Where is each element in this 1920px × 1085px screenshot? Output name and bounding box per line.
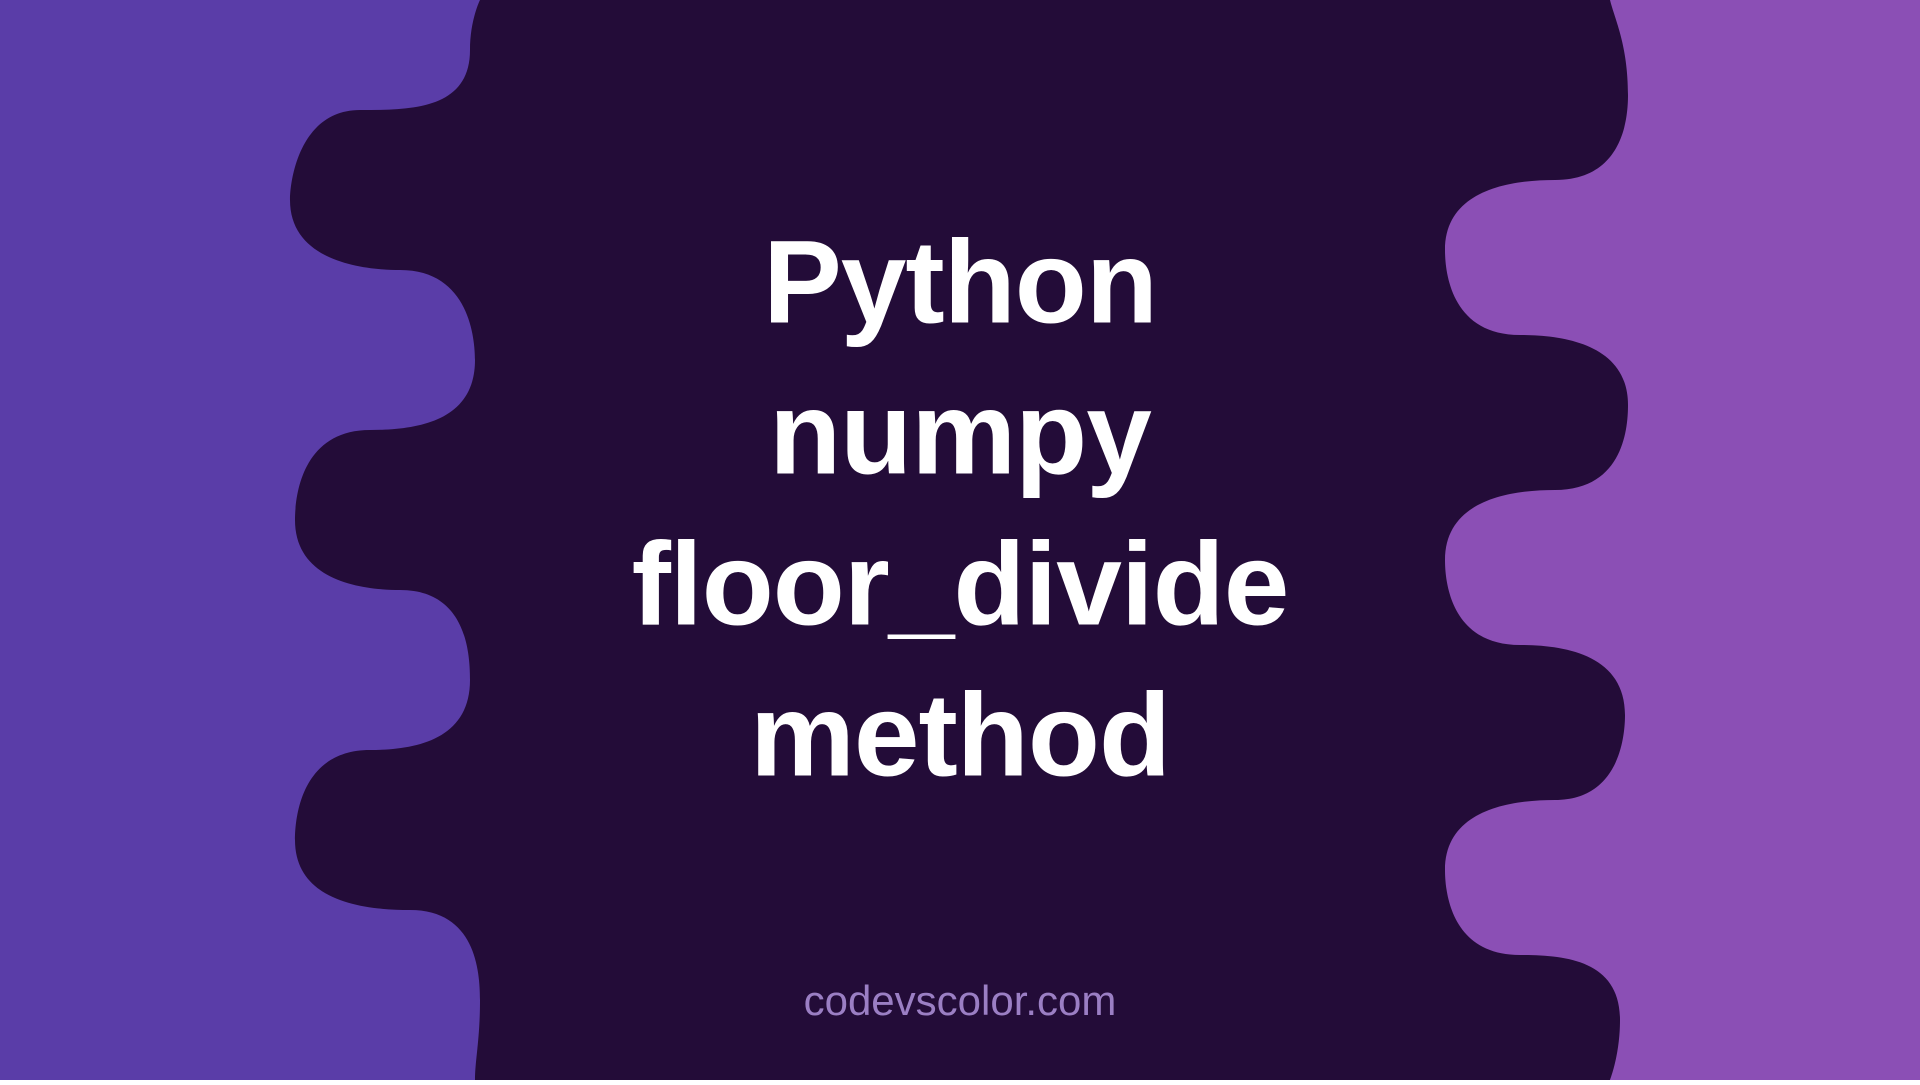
hero-content: Python numpy floor_divide method <box>0 208 1920 812</box>
title-line-4: method <box>0 661 1920 812</box>
hero-banner: Python numpy floor_divide method codevsc… <box>0 0 1920 1080</box>
title-line-2: numpy <box>0 359 1920 510</box>
title-line-1: Python <box>0 208 1920 359</box>
title-line-3: floor_divide <box>0 510 1920 661</box>
hero-title: Python numpy floor_divide method <box>0 208 1920 812</box>
attribution-text: codevscolor.com <box>804 977 1117 1025</box>
